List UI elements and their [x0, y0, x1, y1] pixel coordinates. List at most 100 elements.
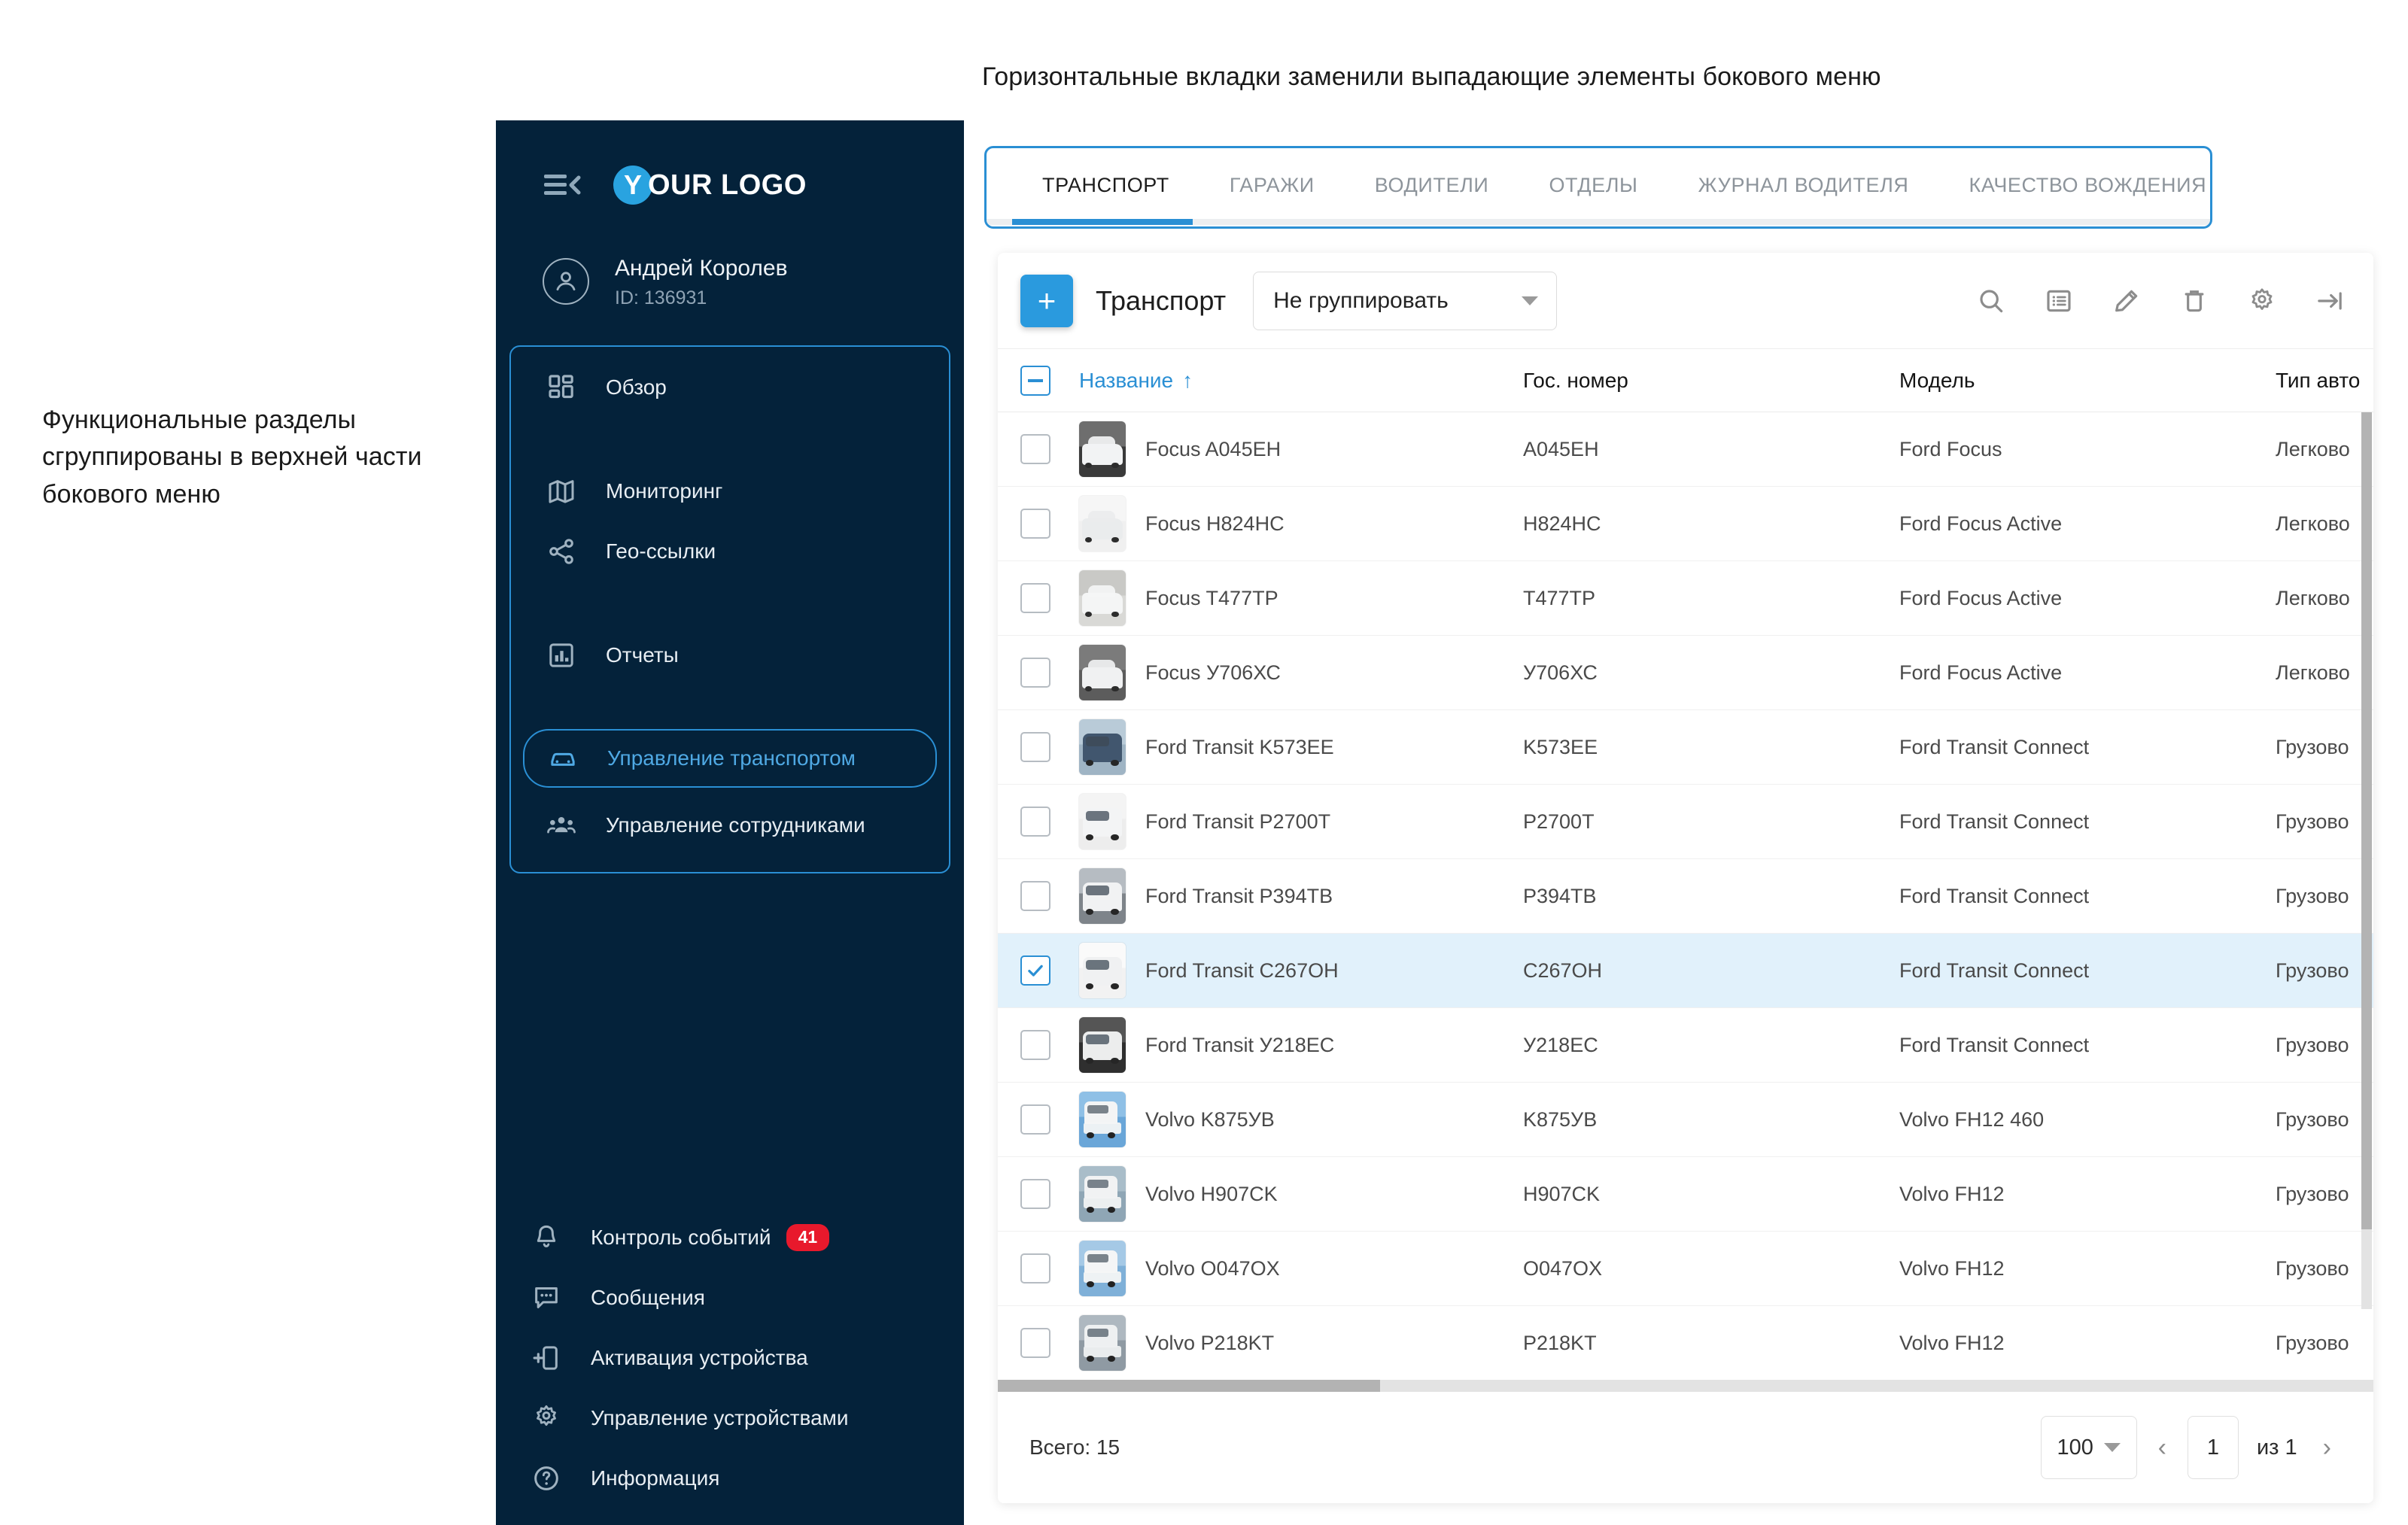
- row-checkbox[interactable]: [1020, 807, 1050, 837]
- row-select-cell: [1020, 509, 1079, 539]
- cell-name: Focus У706ХС: [1079, 645, 1523, 700]
- tab-transport[interactable]: ТРАНСПОРТ: [1012, 174, 1199, 197]
- cell-type: Грузово: [2276, 1033, 2349, 1056]
- sort-arrow-icon: ↑: [1182, 368, 1193, 392]
- user-profile[interactable]: Андрей Королев ID: 136931: [496, 205, 964, 309]
- sidebar-item-device-management[interactable]: Управление устройствами: [496, 1388, 964, 1448]
- vehicle-name: Focus H824HC: [1145, 512, 1285, 535]
- chevron-right-icon[interactable]: ›: [2315, 1433, 2339, 1463]
- table-row[interactable]: Focus A045EH A045EH Ford Focus Легково: [998, 412, 2373, 487]
- sidebar-primary-group: Обзор Мониторинг Гео-ссылки Отчеты Управ…: [509, 345, 950, 873]
- sidebar-item-staff-management[interactable]: Управление сотрудниками: [511, 795, 949, 855]
- row-checkbox[interactable]: [1020, 509, 1050, 539]
- row-checkbox[interactable]: [1020, 583, 1050, 613]
- sidebar-item-label: Активация устройства: [591, 1346, 808, 1369]
- row-checkbox[interactable]: [1020, 1030, 1050, 1060]
- header-label: Тип авто: [2276, 368, 2361, 392]
- table-row[interactable]: Ford Transit K573EE K573EE Ford Transit …: [998, 710, 2373, 785]
- table-row[interactable]: Ford Transit P2700T P2700T Ford Transit …: [998, 785, 2373, 859]
- table-row[interactable]: Focus У706ХС У706ХС Ford Focus Active Ле…: [998, 636, 2373, 710]
- table-row[interactable]: Focus T477TP T477TP Ford Focus Active Ле…: [998, 561, 2373, 636]
- search-icon[interactable]: [1975, 284, 2008, 317]
- header-cell-model[interactable]: Модель: [1899, 369, 2276, 393]
- row-checkbox[interactable]: [1020, 1179, 1050, 1209]
- cell-model: Volvo FH12: [1899, 1256, 2005, 1280]
- row-checkbox[interactable]: [1020, 658, 1050, 688]
- sort-by-name[interactable]: Название ↑: [1079, 369, 1193, 393]
- table-row[interactable]: Ford Transit P394TB P394TB Ford Transit …: [998, 859, 2373, 934]
- select-all-cell: [1020, 365, 1079, 396]
- sidebar-item-event-control[interactable]: Контроль событий 41: [496, 1208, 964, 1268]
- sidebar-item-reports[interactable]: Отчеты: [511, 625, 949, 685]
- sidebar-item-monitoring[interactable]: Мониторинг: [511, 461, 949, 521]
- gear-icon[interactable]: [2245, 284, 2279, 317]
- group-by-select[interactable]: Не группировать: [1253, 271, 1558, 330]
- sidebar-item-vehicle-management[interactable]: Управление транспортом: [523, 728, 937, 788]
- table-row[interactable]: Focus H824HC H824HC Ford Focus Active Ле…: [998, 487, 2373, 561]
- row-select-cell: [1020, 807, 1079, 837]
- cell-plate: O047OX: [1523, 1256, 1603, 1280]
- vehicle-thumbnail: [1079, 496, 1126, 551]
- row-checkbox[interactable]: [1020, 881, 1050, 911]
- vehicle-name: Focus T477TP: [1145, 586, 1278, 609]
- table-row[interactable]: Ford Transit У218ЕС У218ЕС Ford Transit …: [998, 1008, 2373, 1083]
- cell-type: Грузово: [2276, 735, 2349, 758]
- tab-driving-quality[interactable]: КАЧЕСТВО ВОЖДЕНИЯ: [1939, 174, 2211, 197]
- user-info: Андрей Королев ID: 136931: [615, 254, 788, 309]
- sidebar-item-messages[interactable]: Сообщения: [496, 1268, 964, 1328]
- page-number-input[interactable]: 1: [2187, 1416, 2239, 1479]
- table-row[interactable]: Volvo P218KT P218KT Volvo FH12 Грузово: [998, 1306, 2373, 1381]
- row-select-cell: [1020, 583, 1079, 613]
- vehicle-thumbnail: [1079, 1166, 1126, 1222]
- row-checkbox[interactable]: [1020, 955, 1050, 986]
- trash-icon[interactable]: [2178, 284, 2211, 317]
- select-all-checkbox[interactable]: [1020, 365, 1050, 396]
- tab-garages[interactable]: ГАРАЖИ: [1199, 174, 1345, 197]
- app-logo[interactable]: Y OUR LOGO: [613, 166, 807, 205]
- tab-drivers[interactable]: ВОДИТЕЛИ: [1345, 174, 1519, 197]
- table-row[interactable]: Ford Transit C267OH C267OH Ford Transit …: [998, 934, 2373, 1008]
- add-vehicle-button[interactable]: +: [1020, 274, 1073, 327]
- sidebar-item-label: Информация: [591, 1466, 720, 1490]
- cell-name: Ford Transit C267OH: [1079, 943, 1523, 998]
- vehicle-name: Ford Transit C267OH: [1145, 958, 1339, 982]
- row-checkbox[interactable]: [1020, 434, 1050, 464]
- table-row[interactable]: Volvo H907CK H907CK Volvo FH12 Грузово: [998, 1157, 2373, 1232]
- header-cell-type[interactable]: Тип авто: [2276, 369, 2373, 393]
- list-view-icon[interactable]: [2042, 284, 2075, 317]
- row-checkbox[interactable]: [1020, 1253, 1050, 1283]
- table-row[interactable]: Volvo O047OX O047OX Volvo FH12 Грузово: [998, 1232, 2373, 1306]
- header-label: Гос. номер: [1523, 368, 1628, 392]
- sidebar-item-geolinks[interactable]: Гео-ссылки: [511, 521, 949, 582]
- table-body: Focus A045EH A045EH Ford Focus Легково F…: [998, 412, 2373, 1383]
- tab-driver-journal[interactable]: ЖУРНАЛ ВОДИТЕЛЯ: [1668, 174, 1939, 197]
- row-checkbox[interactable]: [1020, 1104, 1050, 1135]
- sidebar-item-device-activation[interactable]: Активация устройства: [496, 1328, 964, 1388]
- cell-type: Легково: [2276, 661, 2350, 684]
- sidebar-item-label: Управление устройствами: [591, 1406, 849, 1429]
- row-checkbox[interactable]: [1020, 732, 1050, 762]
- sidebar-item-overview[interactable]: Обзор: [511, 357, 949, 418]
- collapse-menu-icon[interactable]: [543, 169, 582, 202]
- table-row[interactable]: Volvo K875УВ K875УВ Volvo FH12 460 Грузо…: [998, 1083, 2373, 1157]
- help-circle-icon: [529, 1461, 564, 1496]
- row-select-cell: [1020, 1328, 1079, 1358]
- cell-plate: K875УВ: [1523, 1107, 1598, 1131]
- cell-plate: У218ЕС: [1523, 1033, 1598, 1056]
- vertical-scrollbar-thumb[interactable]: [2361, 412, 2372, 1229]
- chevron-left-icon[interactable]: ‹: [2151, 1433, 2174, 1463]
- chat-icon: [529, 1280, 564, 1315]
- header-cell-plate[interactable]: Гос. номер: [1523, 369, 1899, 393]
- cell-type: Грузово: [2276, 1107, 2349, 1131]
- cell-name: Ford Transit P2700T: [1079, 794, 1523, 849]
- tab-departments[interactable]: ОТДЕЛЫ: [1519, 174, 1668, 197]
- rows-per-page-select[interactable]: 100: [2040, 1416, 2137, 1479]
- pencil-icon[interactable]: [2110, 284, 2143, 317]
- sidebar-item-information[interactable]: Информация: [496, 1448, 964, 1508]
- horizontal-scrollbar-thumb[interactable]: [998, 1380, 1380, 1392]
- tab-list: ТРАНСПОРТ ГАРАЖИ ВОДИТЕЛИ ОТДЕЛЫ ЖУРНАЛ …: [987, 148, 2210, 222]
- vehicle-thumbnail: [1079, 1315, 1126, 1371]
- collapse-right-icon[interactable]: [2313, 284, 2346, 317]
- row-checkbox[interactable]: [1020, 1328, 1050, 1358]
